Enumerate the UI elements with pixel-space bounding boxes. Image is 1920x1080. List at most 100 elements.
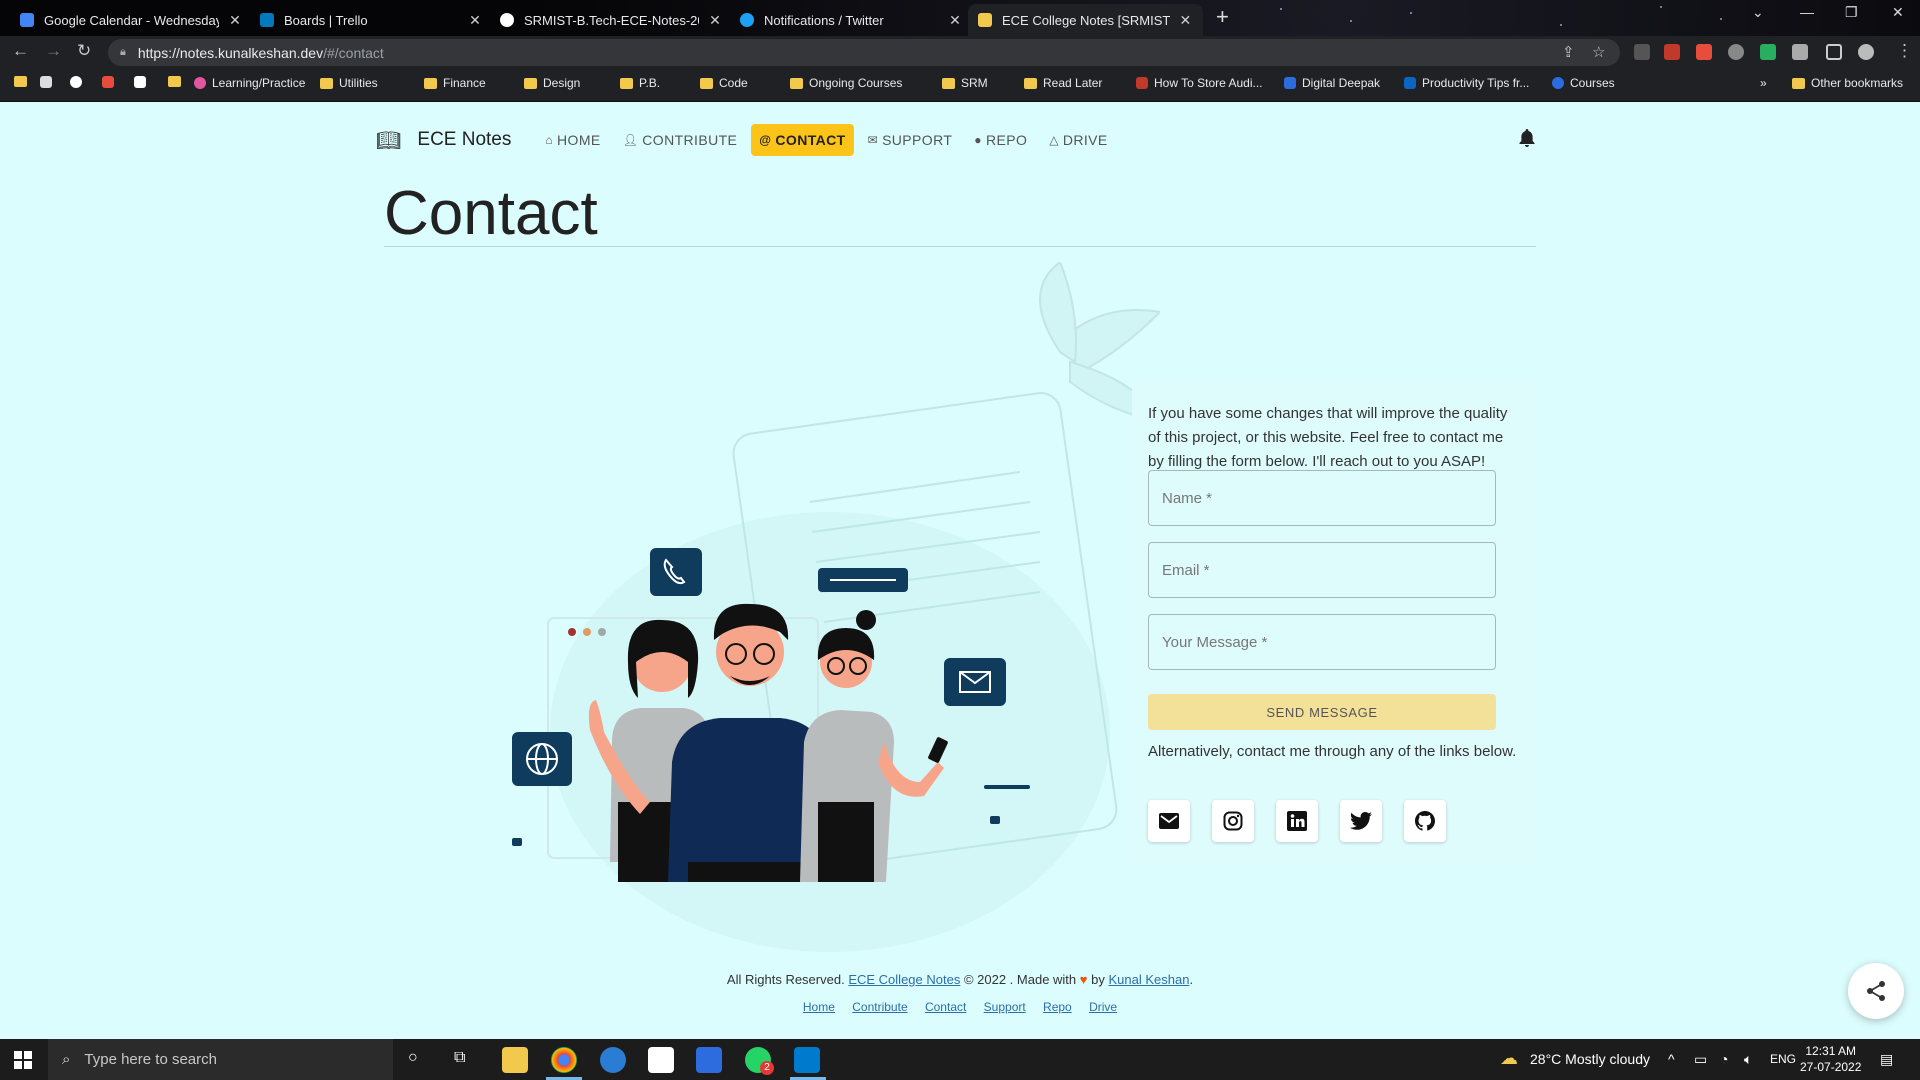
extension-icon[interactable]: [1760, 44, 1776, 60]
close-tab-icon[interactable]: ✕: [227, 12, 243, 29]
bookmark-folder[interactable]: Design: [524, 76, 580, 90]
bookmark-folder[interactable]: [14, 76, 33, 87]
weather-text[interactable]: 28°C Mostly cloudy: [1530, 1051, 1650, 1067]
browser-tab[interactable]: SRMIST-B.Tech-ECE-Notes-2022 ✕: [490, 4, 733, 36]
bookmark[interactable]: [40, 76, 58, 88]
bookmark[interactable]: Digital Deepak: [1284, 76, 1380, 90]
email-link[interactable]: [1148, 800, 1190, 842]
instagram-link[interactable]: [1212, 800, 1254, 842]
notion-icon[interactable]: [648, 1047, 674, 1073]
vscode-icon[interactable]: [794, 1047, 820, 1073]
footer-link-drive[interactable]: Drive: [1089, 1000, 1117, 1014]
bookmark-folder[interactable]: Read Later: [1024, 76, 1102, 90]
volume-icon[interactable]: 🔈︎: [1744, 1051, 1752, 1068]
notion-extension-icon[interactable]: [1634, 44, 1650, 60]
linkedin-link[interactable]: [1276, 800, 1318, 842]
minimize-button[interactable]: —: [1800, 4, 1814, 20]
bookmark[interactable]: How To Store Audi...: [1136, 76, 1263, 90]
windows-start-icon[interactable]: [14, 1051, 32, 1069]
bookmark-folder[interactable]: SRM: [942, 76, 988, 90]
bookmark-folder[interactable]: Finance: [424, 76, 486, 90]
side-panel-icon[interactable]: [1826, 44, 1842, 60]
bookmark-folder[interactable]: Learning/Practice: [194, 76, 305, 90]
bookmark-folder[interactable]: Utilities: [320, 76, 378, 90]
footer-link-contact[interactable]: Contact: [925, 1000, 966, 1014]
close-tab-icon[interactable]: ✕: [1178, 12, 1193, 29]
message-field[interactable]: [1148, 614, 1496, 670]
close-tab-icon[interactable]: ✕: [467, 12, 483, 29]
restore-button[interactable]: ❐: [1845, 4, 1858, 21]
extension-icon[interactable]: [1696, 44, 1712, 60]
cortana-icon[interactable]: ○: [408, 1049, 418, 1067]
nav-contact[interactable]: @ CONTACT: [751, 124, 854, 156]
browser-menu-icon[interactable]: ⋮: [1896, 41, 1913, 61]
extension-icon[interactable]: [1664, 44, 1680, 60]
nav-contribute[interactable]: 👤︎ CONTRIBUTE: [615, 124, 746, 156]
nav-support[interactable]: ✉ SUPPORT: [860, 124, 961, 156]
back-icon[interactable]: ←: [12, 41, 29, 61]
send-message-button[interactable]: SEND MESSAGE: [1148, 694, 1496, 730]
share-button[interactable]: [1848, 963, 1904, 1019]
footer-site-link[interactable]: ECE College Notes: [848, 972, 960, 987]
clock[interactable]: 12:31 AM 27-07-2022: [1800, 1043, 1861, 1075]
bookmark-star-icon[interactable]: ☆: [1592, 43, 1605, 61]
tray-chevron-icon[interactable]: ^: [1668, 1051, 1675, 1067]
close-tab-icon[interactable]: ✕: [947, 12, 963, 29]
support-icon: ✉: [867, 133, 879, 147]
browser-tab[interactable]: Notifications / Twitter ✕: [730, 4, 973, 36]
nav-repo[interactable]: ● REPO: [966, 124, 1035, 156]
battery-icon[interactable]: ▭: [1694, 1051, 1707, 1068]
bookmark[interactable]: [168, 76, 187, 87]
notifications-icon[interactable]: ▤: [1880, 1051, 1893, 1068]
footer-links: Home Contribute Contact Support Repo Dri…: [0, 1000, 1920, 1014]
book-icon: 📖︎: [376, 129, 402, 152]
chrome-icon[interactable]: [551, 1047, 577, 1073]
bookmark[interactable]: Courses: [1552, 76, 1615, 90]
bookmark[interactable]: [134, 76, 152, 88]
brand[interactable]: 📖︎ ECE Notes: [376, 128, 511, 153]
bookmark[interactable]: Productivity Tips fr...: [1404, 76, 1529, 90]
footer-link-contribute[interactable]: Contribute: [852, 1000, 907, 1014]
name-field[interactable]: [1148, 470, 1496, 526]
language-indicator[interactable]: ENG: [1770, 1052, 1796, 1066]
bell-icon[interactable]: [1518, 128, 1536, 154]
browser-tab[interactable]: Boards | Trello ✕: [250, 4, 493, 36]
reload-icon[interactable]: ↻: [77, 41, 91, 61]
folder-icon: [620, 77, 633, 89]
github-link[interactable]: [1404, 800, 1446, 842]
share-icon[interactable]: ⇪: [1562, 43, 1575, 61]
close-window-button[interactable]: ✕: [1892, 4, 1904, 21]
more-bookmarks-icon[interactable]: »: [1760, 76, 1767, 90]
new-tab-button[interactable]: +: [1216, 4, 1229, 30]
other-bookmarks-folder[interactable]: Other bookmarks: [1792, 76, 1903, 90]
tab-search-icon[interactable]: ⌄: [1752, 4, 1764, 21]
footer-link-support[interactable]: Support: [984, 1000, 1026, 1014]
browser-tab-active[interactable]: ECE College Notes [SRMIST | 20 ✕: [968, 4, 1203, 36]
file-explorer-icon[interactable]: [502, 1047, 528, 1073]
todo-icon[interactable]: [696, 1047, 722, 1073]
email-field[interactable]: [1148, 542, 1496, 598]
footer-author-link[interactable]: Kunal Keshan: [1108, 972, 1189, 987]
taskbar-search[interactable]: ⌕ Type here to search: [48, 1039, 393, 1080]
browser-tab[interactable]: Google Calendar - Wednesday, J ✕: [10, 4, 253, 36]
bookmark-folder[interactable]: P.B.: [620, 76, 660, 90]
nav-drive[interactable]: △ DRIVE: [1041, 124, 1115, 156]
profile-avatar[interactable]: [1858, 44, 1874, 60]
extension-icon[interactable]: [1728, 44, 1744, 60]
close-tab-icon[interactable]: ✕: [707, 12, 723, 29]
footer-link-repo[interactable]: Repo: [1043, 1000, 1072, 1014]
extensions-puzzle-icon[interactable]: [1792, 44, 1808, 60]
twitter-link[interactable]: [1340, 800, 1382, 842]
bookmark-folder[interactable]: Ongoing Courses: [790, 76, 902, 90]
forward-icon[interactable]: →: [45, 41, 62, 61]
wifi-icon[interactable]: ◔: [1720, 1051, 1728, 1067]
task-view-icon[interactable]: ⧉: [454, 1049, 465, 1067]
bookmark[interactable]: [102, 76, 120, 88]
bookmark[interactable]: [70, 76, 88, 88]
footer-link-home[interactable]: Home: [803, 1000, 835, 1014]
book-icon: [978, 13, 992, 27]
firefox-icon[interactable]: [600, 1047, 626, 1073]
bookmark-folder[interactable]: Code: [700, 76, 748, 90]
nav-home[interactable]: ⌂ HOME: [537, 124, 608, 156]
url-bar[interactable]: 🔒︎ https://notes.kunalkeshan.dev/#/conta…: [108, 39, 1620, 66]
